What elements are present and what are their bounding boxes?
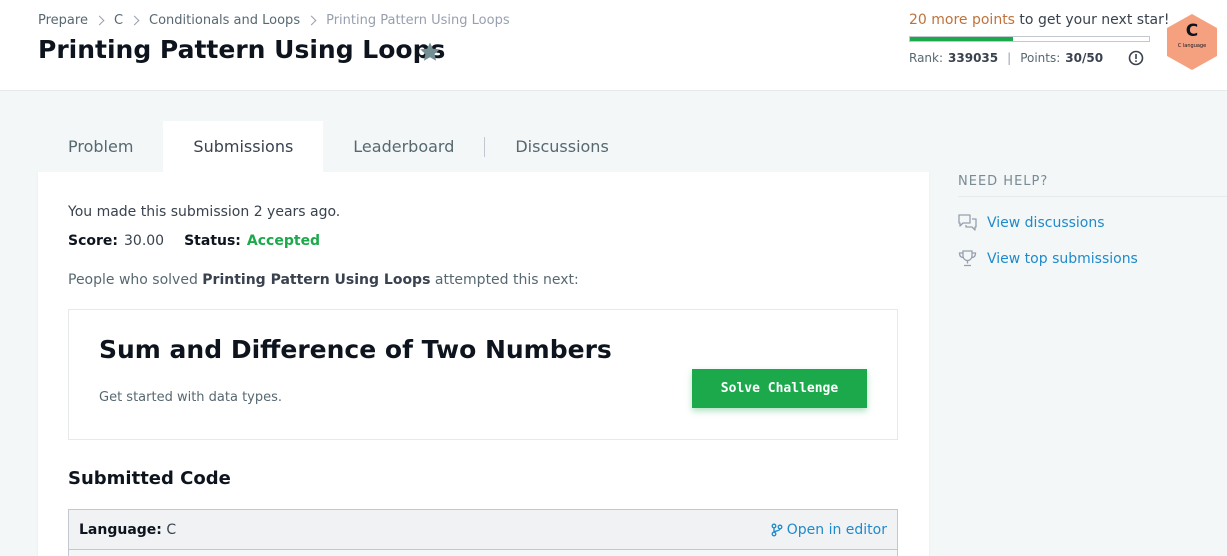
status-badge: Accepted	[246, 233, 321, 249]
need-help-heading: NEED HELP?	[958, 174, 1049, 189]
open-in-editor-link[interactable]: Open in editor	[771, 522, 887, 538]
people-suffix: attempted this next:	[430, 272, 579, 288]
points-suffix: to get your next star!	[1014, 12, 1170, 28]
score-label: Score:	[68, 233, 118, 249]
language-value: C	[166, 522, 177, 538]
chevron-right-icon	[306, 15, 317, 26]
branch-icon	[771, 523, 783, 537]
next-attempt-text: People who solved Printing Pattern Using…	[68, 272, 579, 288]
chat-icon	[958, 214, 977, 231]
page-title: Printing Pattern Using Loops	[38, 35, 446, 64]
view-discussions-link[interactable]: View discussions	[958, 214, 1105, 231]
trophy-icon	[958, 250, 977, 267]
view-top-submissions-label: View top submissions	[987, 250, 1138, 267]
language-indicator: Language: C	[79, 522, 176, 538]
rank-label: Rank:	[909, 51, 944, 65]
tab-submissions[interactable]: Submissions	[163, 121, 324, 172]
rank-points-line: Rank: 339035 | Points: 30/50	[909, 51, 1103, 65]
star-progress-fill	[910, 37, 1013, 41]
next-challenge-title[interactable]: Sum and Difference of Two Numbers	[99, 335, 612, 364]
view-discussions-label: View discussions	[987, 214, 1105, 231]
people-challenge: Printing Pattern Using Loops	[202, 272, 431, 288]
breadcrumb-conditionals[interactable]: Conditionals and Loops	[149, 13, 300, 28]
tab-leaderboard[interactable]: Leaderboard	[323, 121, 484, 172]
breadcrumb-prepare[interactable]: Prepare	[38, 13, 88, 28]
next-challenge-subtitle: Get started with data types.	[99, 390, 283, 405]
view-top-submissions-link[interactable]: View top submissions	[958, 250, 1138, 267]
tab-problem[interactable]: Problem	[38, 121, 163, 172]
people-prefix: People who solved	[68, 272, 203, 288]
rank-divider: |	[1007, 51, 1012, 65]
submission-time: You made this submission 2 years ago.	[68, 204, 341, 220]
star-icon[interactable]	[418, 40, 442, 64]
points-value: 30/50	[1065, 51, 1104, 65]
rank-value: 339035	[948, 51, 999, 65]
solve-challenge-button[interactable]: Solve Challenge	[692, 369, 867, 408]
breadcrumb: Prepare C Conditionals and Loops Printin…	[38, 13, 510, 28]
points-message: 20 more points to get your next star!	[909, 12, 1170, 28]
score-value: 30.00	[124, 233, 165, 249]
status-label: Status:	[184, 233, 241, 249]
code-viewer: Language: C Open in editor	[68, 509, 898, 556]
score-status-line: Score: 30.00 Status: Accepted	[68, 233, 320, 249]
points-needed: 20 more points	[909, 12, 1015, 28]
next-challenge-card: Sum and Difference of Two Numbers Get st…	[68, 309, 898, 440]
chevron-right-icon	[94, 15, 105, 26]
breadcrumb-current: Printing Pattern Using Loops	[326, 13, 510, 28]
open-in-editor-label: Open in editor	[786, 522, 887, 538]
code-header: Language: C Open in editor	[69, 510, 897, 550]
language-label: Language:	[79, 522, 162, 538]
info-icon[interactable]	[1128, 50, 1144, 66]
chevron-right-icon	[129, 15, 140, 26]
points-label: Points:	[1020, 51, 1061, 65]
challenge-tabs: Problem Submissions Leaderboard Discussi…	[38, 121, 639, 172]
submission-panel: You made this submission 2 years ago. Sc…	[38, 172, 929, 556]
badge-subtitle: C language	[1177, 43, 1207, 49]
page-header: Prepare C Conditionals and Loops Printin…	[0, 0, 1227, 91]
star-progress-bar	[909, 36, 1150, 42]
breadcrumb-c[interactable]: C	[114, 13, 123, 28]
submitted-code-heading: Submitted Code	[68, 468, 231, 489]
badge-letter: C	[1185, 21, 1199, 41]
tab-discussions[interactable]: Discussions	[485, 121, 638, 172]
help-divider	[958, 196, 1227, 197]
